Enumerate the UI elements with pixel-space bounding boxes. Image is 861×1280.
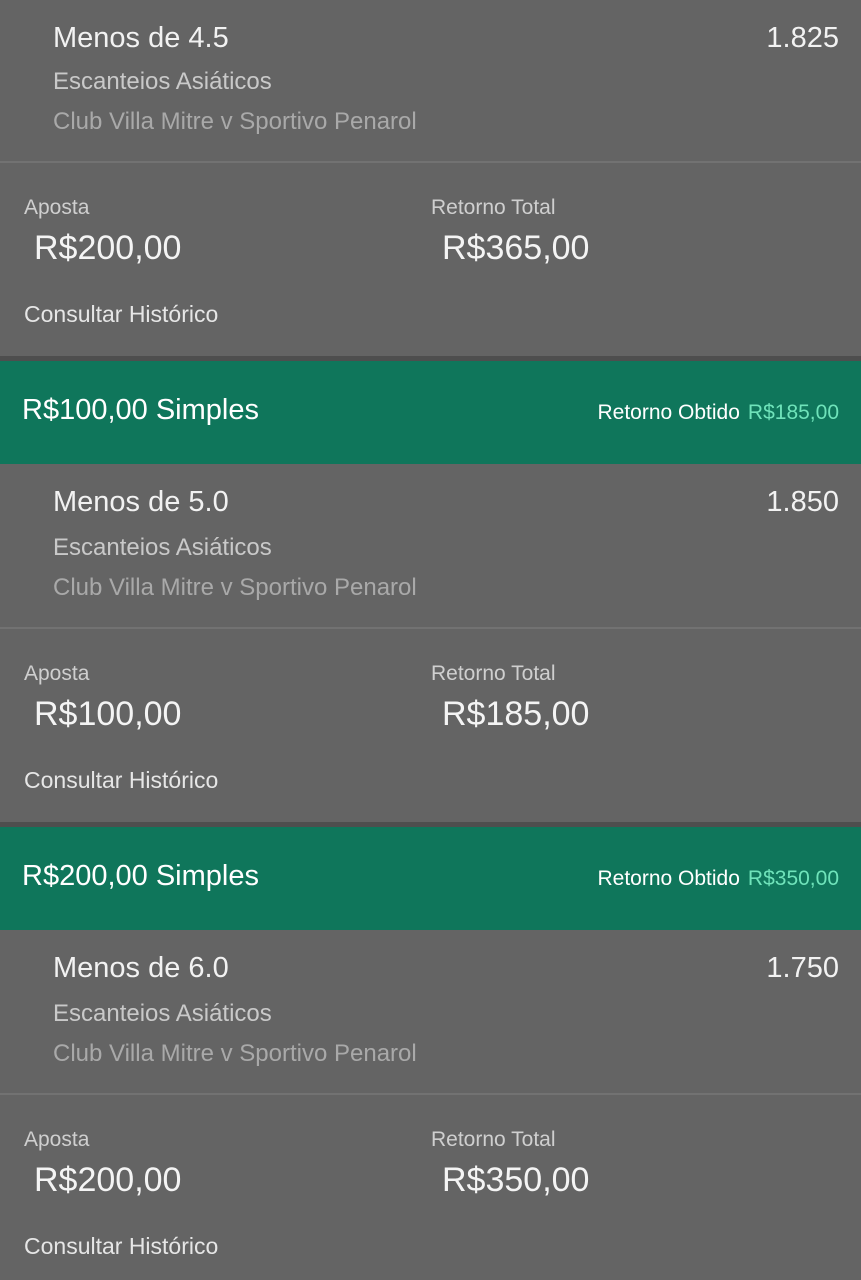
market-name: Escanteios Asiáticos	[53, 68, 272, 95]
event-name: Club Villa Mitre v Sportivo Penarol	[53, 1040, 417, 1067]
return-total-label: Retorno Total	[431, 1128, 556, 1151]
stake-label: Aposta	[24, 662, 90, 685]
bet-selection: Menos de 6.0 1.750 Escanteios Asiáticos …	[0, 930, 861, 1091]
selection-name: Menos de 5.0	[53, 486, 229, 518]
bet-header[interactable]: R$200,00 Simples Retorno Obtido R$350,00	[0, 827, 861, 930]
event-name: Club Villa Mitre v Sportivo Penarol	[53, 574, 417, 601]
bet-card: Menos de 5.0 1.850 Escanteios Asiáticos …	[0, 464, 861, 822]
stake-amount: R$200,00	[34, 1161, 182, 1199]
return-obtained-label: Retorno Obtido	[597, 867, 740, 890]
return-total-label: Retorno Total	[431, 662, 556, 685]
market-name: Escanteios Asiáticos	[53, 534, 272, 561]
return-obtained: Retorno Obtido R$185,00	[598, 401, 840, 425]
selection-odds: 1.750	[766, 952, 839, 984]
selection-name: Menos de 4.5	[53, 22, 229, 54]
bet-header[interactable]: R$100,00 Simples Retorno Obtido R$185,00	[0, 361, 861, 464]
stake-label: Aposta	[24, 1128, 90, 1151]
stake-amount: R$100,00	[34, 695, 182, 733]
selection-name: Menos de 6.0	[53, 952, 229, 984]
stake-amount: R$200,00	[34, 229, 182, 267]
bet-history-screen: Menos de 4.5 1.825 Escanteios Asiáticos …	[0, 0, 861, 1280]
market-name: Escanteios Asiáticos	[53, 1000, 272, 1027]
return-obtained-label: Retorno Obtido	[597, 401, 740, 424]
stake-label: Aposta	[24, 196, 90, 219]
bet-selection: Menos de 4.5 1.825 Escanteios Asiáticos …	[0, 0, 861, 161]
bet-card: Menos de 6.0 1.750 Escanteios Asiáticos …	[0, 930, 861, 1280]
selection-odds: 1.850	[766, 486, 839, 518]
return-total-label: Retorno Total	[431, 196, 556, 219]
return-total-amount: R$350,00	[442, 1161, 590, 1199]
return-total-amount: R$185,00	[442, 695, 590, 733]
view-history-link[interactable]: Consultar Histórico	[24, 301, 218, 328]
divider	[0, 161, 861, 163]
selection-odds: 1.825	[766, 22, 839, 54]
divider	[0, 627, 861, 629]
return-obtained: Retorno Obtido R$350,00	[598, 867, 840, 891]
bet-selection: Menos de 5.0 1.850 Escanteios Asiáticos …	[0, 464, 861, 625]
bet-card: Menos de 4.5 1.825 Escanteios Asiáticos …	[0, 0, 861, 356]
view-history-link[interactable]: Consultar Histórico	[24, 767, 218, 794]
bet-header-title: R$100,00 Simples	[22, 394, 259, 426]
event-name: Club Villa Mitre v Sportivo Penarol	[53, 108, 417, 135]
return-obtained-value: R$350,00	[747, 867, 839, 890]
divider	[0, 1093, 861, 1095]
return-total-amount: R$365,00	[442, 229, 590, 267]
bet-header-title: R$200,00 Simples	[22, 860, 259, 892]
view-history-link[interactable]: Consultar Histórico	[24, 1233, 218, 1260]
return-obtained-value: R$185,00	[747, 401, 839, 424]
